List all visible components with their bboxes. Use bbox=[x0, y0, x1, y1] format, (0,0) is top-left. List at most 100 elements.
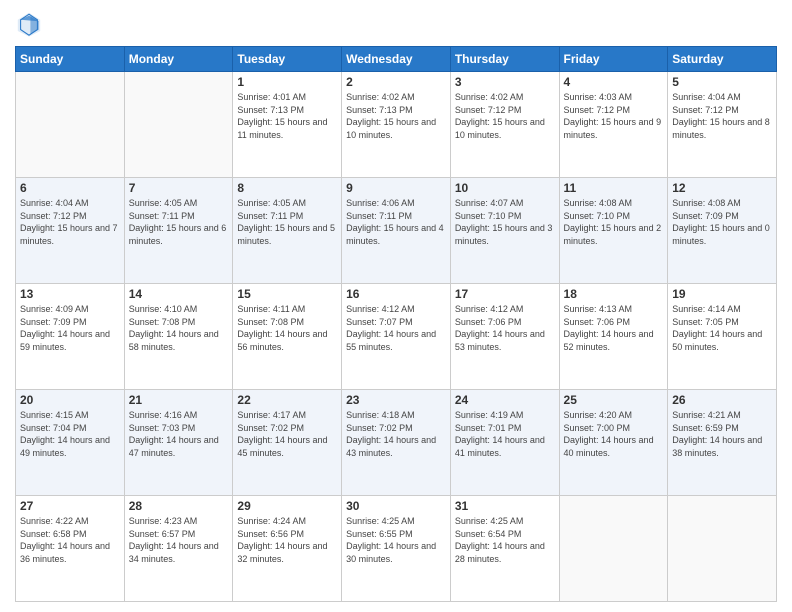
day-number: 6 bbox=[20, 181, 120, 195]
day-number: 30 bbox=[346, 499, 446, 513]
calendar-cell: 16Sunrise: 4:12 AM Sunset: 7:07 PM Dayli… bbox=[342, 284, 451, 390]
day-number: 26 bbox=[672, 393, 772, 407]
calendar-header-friday: Friday bbox=[559, 47, 668, 72]
calendar-week-row: 6 Sunrise: 4:04 AM Sunset: 7:12 PM Daylig… bbox=[16, 178, 777, 284]
day-number: 23 bbox=[346, 393, 446, 407]
calendar-cell: 26 Sunrise: 4:21 AM Sunset: 6:59 PM Dayli… bbox=[668, 390, 777, 496]
page: SundayMondayTuesdayWednesdayThursdayFrid… bbox=[0, 0, 792, 612]
day-number: 9 bbox=[346, 181, 446, 195]
calendar-header-saturday: Saturday bbox=[668, 47, 777, 72]
calendar-table: SundayMondayTuesdayWednesdayThursdayFrid… bbox=[15, 46, 777, 602]
day-number: 2 bbox=[346, 75, 446, 89]
calendar-cell: 14 Sunrise: 4:10 AM Sunset: 7:08 PM Dayli… bbox=[124, 284, 233, 390]
day-number: 14 bbox=[129, 287, 229, 301]
calendar-cell: 3 Sunrise: 4:02 AM Sunset: 7:12 PM Daylig… bbox=[450, 72, 559, 178]
day-info: Sunrise: 4:04 AM Sunset: 7:12 PM Dayligh… bbox=[20, 197, 120, 247]
day-info: Sunrise: 4:08 AM Sunset: 7:10 PM Dayligh… bbox=[564, 197, 664, 247]
day-number: 18 bbox=[564, 287, 664, 301]
day-info: Sunrise: 4:14 AM Sunset: 7:05 PM Dayligh… bbox=[672, 303, 772, 353]
calendar-cell: 19 Sunrise: 4:14 AM Sunset: 7:05 PM Dayli… bbox=[668, 284, 777, 390]
calendar-header-tuesday: Tuesday bbox=[233, 47, 342, 72]
calendar-cell: 23 Sunrise: 4:18 AM Sunset: 7:02 PM Dayli… bbox=[342, 390, 451, 496]
day-number: 29 bbox=[237, 499, 337, 513]
calendar-header-sunday: Sunday bbox=[16, 47, 125, 72]
calendar-cell bbox=[16, 72, 125, 178]
calendar-cell: 9 Sunrise: 4:06 AM Sunset: 7:11 PM Daylig… bbox=[342, 178, 451, 284]
calendar-cell: 13 Sunrise: 4:09 AM Sunset: 7:09 PM Dayli… bbox=[16, 284, 125, 390]
day-info: Sunrise: 4:16 AM Sunset: 7:03 PM Dayligh… bbox=[129, 409, 229, 459]
day-info: Sunrise: 4:09 AM Sunset: 7:09 PM Dayligh… bbox=[20, 303, 120, 353]
day-info: Sunrise: 4:06 AM Sunset: 7:11 PM Dayligh… bbox=[346, 197, 446, 247]
day-number: 17 bbox=[455, 287, 555, 301]
calendar-cell: 21 Sunrise: 4:16 AM Sunset: 7:03 PM Dayli… bbox=[124, 390, 233, 496]
day-number: 28 bbox=[129, 499, 229, 513]
calendar-cell: 29 Sunrise: 4:24 AM Sunset: 6:56 PM Dayli… bbox=[233, 496, 342, 602]
day-info: Sunrise: 4:19 AM Sunset: 7:01 PM Dayligh… bbox=[455, 409, 555, 459]
calendar-cell: 28 Sunrise: 4:23 AM Sunset: 6:57 PM Dayli… bbox=[124, 496, 233, 602]
day-number: 19 bbox=[672, 287, 772, 301]
calendar-cell: 6 Sunrise: 4:04 AM Sunset: 7:12 PM Daylig… bbox=[16, 178, 125, 284]
calendar-cell: 2 Sunrise: 4:02 AM Sunset: 7:13 PM Daylig… bbox=[342, 72, 451, 178]
calendar-cell: 7Sunrise: 4:05 AM Sunset: 7:11 PM Daylig… bbox=[124, 178, 233, 284]
calendar-cell bbox=[559, 496, 668, 602]
day-info: Sunrise: 4:01 AM Sunset: 7:13 PM Dayligh… bbox=[237, 91, 337, 141]
calendar-cell: 27Sunrise: 4:22 AM Sunset: 6:58 PM Dayli… bbox=[16, 496, 125, 602]
day-info: Sunrise: 4:02 AM Sunset: 7:13 PM Dayligh… bbox=[346, 91, 446, 141]
day-number: 13 bbox=[20, 287, 120, 301]
day-info: Sunrise: 4:20 AM Sunset: 7:00 PM Dayligh… bbox=[564, 409, 664, 459]
day-info: Sunrise: 4:02 AM Sunset: 7:12 PM Dayligh… bbox=[455, 91, 555, 141]
day-number: 24 bbox=[455, 393, 555, 407]
day-info: Sunrise: 4:21 AM Sunset: 6:59 PM Dayligh… bbox=[672, 409, 772, 459]
day-number: 5 bbox=[672, 75, 772, 89]
calendar-cell bbox=[668, 496, 777, 602]
calendar-cell: 11 Sunrise: 4:08 AM Sunset: 7:10 PM Dayli… bbox=[559, 178, 668, 284]
day-number: 25 bbox=[564, 393, 664, 407]
calendar-cell: 30Sunrise: 4:25 AM Sunset: 6:55 PM Dayli… bbox=[342, 496, 451, 602]
day-info: Sunrise: 4:05 AM Sunset: 7:11 PM Dayligh… bbox=[129, 197, 229, 247]
day-info: Sunrise: 4:03 AM Sunset: 7:12 PM Dayligh… bbox=[564, 91, 664, 141]
day-info: Sunrise: 4:12 AM Sunset: 7:06 PM Dayligh… bbox=[455, 303, 555, 353]
day-info: Sunrise: 4:07 AM Sunset: 7:10 PM Dayligh… bbox=[455, 197, 555, 247]
calendar-header-monday: Monday bbox=[124, 47, 233, 72]
day-number: 3 bbox=[455, 75, 555, 89]
day-number: 11 bbox=[564, 181, 664, 195]
day-info: Sunrise: 4:17 AM Sunset: 7:02 PM Dayligh… bbox=[237, 409, 337, 459]
calendar-cell: 17 Sunrise: 4:12 AM Sunset: 7:06 PM Dayli… bbox=[450, 284, 559, 390]
day-info: Sunrise: 4:18 AM Sunset: 7:02 PM Dayligh… bbox=[346, 409, 446, 459]
calendar-cell: 31Sunrise: 4:25 AM Sunset: 6:54 PM Dayli… bbox=[450, 496, 559, 602]
calendar-cell bbox=[124, 72, 233, 178]
header bbox=[15, 10, 777, 38]
day-info: Sunrise: 4:24 AM Sunset: 6:56 PM Dayligh… bbox=[237, 515, 337, 565]
calendar-cell: 22Sunrise: 4:17 AM Sunset: 7:02 PM Dayli… bbox=[233, 390, 342, 496]
day-info: Sunrise: 4:11 AM Sunset: 7:08 PM Dayligh… bbox=[237, 303, 337, 353]
calendar-cell: 15 Sunrise: 4:11 AM Sunset: 7:08 PM Dayli… bbox=[233, 284, 342, 390]
day-number: 15 bbox=[237, 287, 337, 301]
calendar-cell: 20Sunrise: 4:15 AM Sunset: 7:04 PM Dayli… bbox=[16, 390, 125, 496]
day-info: Sunrise: 4:12 AM Sunset: 7:07 PM Dayligh… bbox=[346, 303, 446, 353]
day-number: 20 bbox=[20, 393, 120, 407]
calendar-cell: 8 Sunrise: 4:05 AM Sunset: 7:11 PM Daylig… bbox=[233, 178, 342, 284]
calendar-week-row: 20Sunrise: 4:15 AM Sunset: 7:04 PM Dayli… bbox=[16, 390, 777, 496]
calendar-cell: 1Sunrise: 4:01 AM Sunset: 7:13 PM Daylig… bbox=[233, 72, 342, 178]
calendar-header-row: SundayMondayTuesdayWednesdayThursdayFrid… bbox=[16, 47, 777, 72]
calendar-cell: 25 Sunrise: 4:20 AM Sunset: 7:00 PM Dayli… bbox=[559, 390, 668, 496]
day-number: 21 bbox=[129, 393, 229, 407]
day-info: Sunrise: 4:22 AM Sunset: 6:58 PM Dayligh… bbox=[20, 515, 120, 565]
calendar-cell: 18 Sunrise: 4:13 AM Sunset: 7:06 PM Dayli… bbox=[559, 284, 668, 390]
day-number: 31 bbox=[455, 499, 555, 513]
day-info: Sunrise: 4:10 AM Sunset: 7:08 PM Dayligh… bbox=[129, 303, 229, 353]
day-number: 8 bbox=[237, 181, 337, 195]
calendar-week-row: 27Sunrise: 4:22 AM Sunset: 6:58 PM Dayli… bbox=[16, 496, 777, 602]
logo bbox=[15, 10, 47, 38]
calendar-header-thursday: Thursday bbox=[450, 47, 559, 72]
calendar-header-wednesday: Wednesday bbox=[342, 47, 451, 72]
day-number: 10 bbox=[455, 181, 555, 195]
calendar-cell: 24 Sunrise: 4:19 AM Sunset: 7:01 PM Dayli… bbox=[450, 390, 559, 496]
day-info: Sunrise: 4:04 AM Sunset: 7:12 PM Dayligh… bbox=[672, 91, 772, 141]
day-info: Sunrise: 4:13 AM Sunset: 7:06 PM Dayligh… bbox=[564, 303, 664, 353]
day-info: Sunrise: 4:23 AM Sunset: 6:57 PM Dayligh… bbox=[129, 515, 229, 565]
day-info: Sunrise: 4:05 AM Sunset: 7:11 PM Dayligh… bbox=[237, 197, 337, 247]
logo-icon bbox=[15, 10, 43, 38]
day-number: 4 bbox=[564, 75, 664, 89]
calendar-week-row: 13 Sunrise: 4:09 AM Sunset: 7:09 PM Dayli… bbox=[16, 284, 777, 390]
